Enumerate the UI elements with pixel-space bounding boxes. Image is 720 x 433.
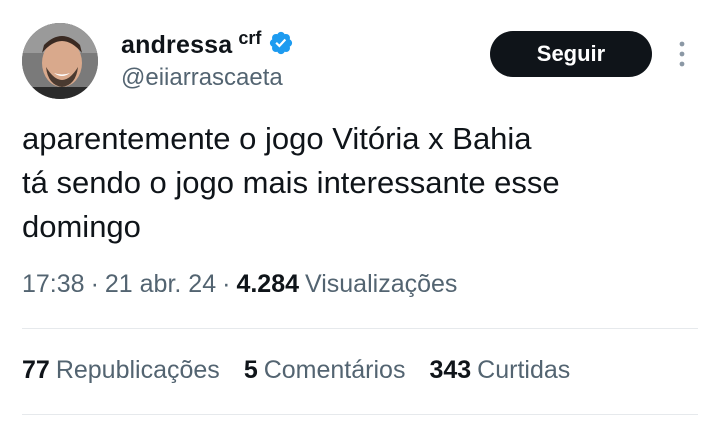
- tweet-text: aparentemente o jogo Vitória x Bahia tá …: [22, 117, 702, 249]
- tweet-text-line: domingo: [22, 209, 141, 244]
- display-name-suffix: crf: [238, 27, 262, 48]
- likes-label: Curtidas: [477, 356, 571, 384]
- divider: [22, 414, 698, 415]
- follow-button[interactable]: Seguir: [490, 31, 652, 77]
- tweet-text-line: tá sendo o jogo mais interessante esse: [22, 165, 560, 200]
- tweet-card: andressa crf @eiiarrascaeta Seguir apare…: [0, 0, 720, 433]
- likes-stat[interactable]: 343 Curtidas: [429, 356, 570, 385]
- reposts-count: 77: [22, 356, 50, 384]
- verified-badge-icon: [270, 31, 293, 55]
- avatar-photo: [22, 23, 98, 99]
- divider: [22, 328, 698, 329]
- comments-count: 5: [243, 356, 258, 384]
- meta-separator: ·: [90, 270, 99, 298]
- comments-label: Comentários: [263, 356, 406, 384]
- likes-count: 343: [429, 356, 472, 384]
- tweet-time[interactable]: 17:38: [22, 270, 85, 299]
- meta-separator: ·: [222, 270, 231, 298]
- views-count: 4.284: [236, 270, 299, 298]
- more-vertical-icon[interactable]: [672, 38, 692, 70]
- reposts-stat[interactable]: 77 Republicações: [22, 356, 220, 385]
- avatar[interactable]: [22, 23, 98, 99]
- display-name[interactable]: andressa: [121, 31, 232, 60]
- comments-stat[interactable]: 5 Comentários: [244, 356, 406, 385]
- reposts-label: Republicações: [55, 356, 220, 384]
- author-handle[interactable]: @eiiarrascaeta: [121, 64, 283, 92]
- views-label: Visualizações: [305, 270, 458, 298]
- tweet-text-line: aparentemente o jogo Vitória x Bahia: [22, 121, 532, 156]
- author-name-row: andressa crf: [121, 28, 294, 62]
- tweet-meta: 17:38 · 21 abr. 24 · 4.284 Visualizações: [22, 270, 457, 299]
- tweet-date[interactable]: 21 abr. 24: [105, 270, 216, 299]
- engagement-stats: 77 Republicações 5 Comentários 343 Curtidas: [22, 356, 594, 385]
